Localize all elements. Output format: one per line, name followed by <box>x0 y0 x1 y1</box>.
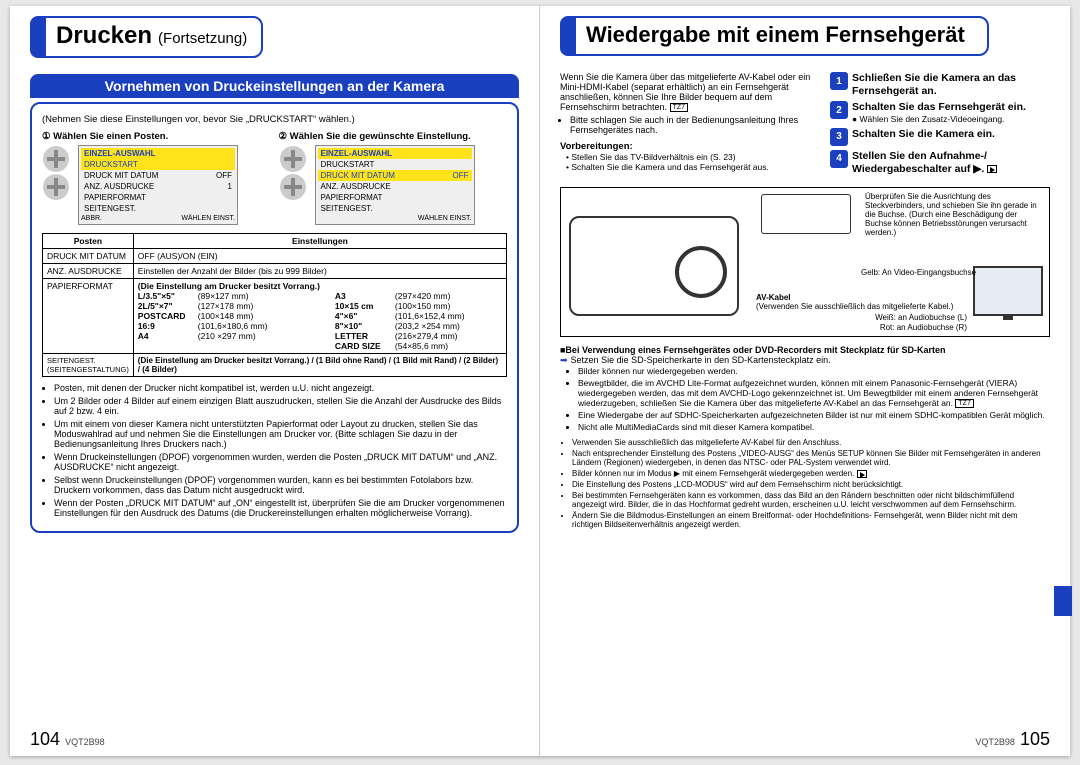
diag-white: Weiß: an Audiobuchse (L) <box>875 313 967 322</box>
dpad-icon <box>43 146 69 172</box>
fine-print-list: Verwenden Sie ausschließlich das mitgeli… <box>560 438 1050 529</box>
diag-yellow: Gelb: An Video-Eingangsbuchse <box>861 268 976 277</box>
prep-title: Vorbereitungen: <box>560 141 820 152</box>
page-title: Wiedergabe mit einem Fernsehgerät <box>586 22 965 48</box>
tv-icon <box>973 266 1043 316</box>
title-tab-right: Wiedergabe mit einem Fernsehgerät <box>560 16 989 56</box>
page-subtitle: (Fortsetzung) <box>158 30 247 47</box>
page-left: Drucken (Fortsetzung) Vornehmen von Druc… <box>10 6 540 756</box>
tz7-badge: TZ7 <box>670 103 688 112</box>
dpad-icon <box>280 174 306 200</box>
play-icon <box>987 165 997 173</box>
spread: Drucken (Fortsetzung) Vornehmen von Druc… <box>10 6 1070 756</box>
page-title: Drucken <box>56 22 152 50</box>
step-badge: 3 <box>830 128 848 146</box>
note-top: (Nehmen Sie diese Einstellungen vor, bev… <box>42 114 507 125</box>
play-icon <box>857 470 867 478</box>
dpad-icon <box>43 174 69 200</box>
camera-icon <box>569 216 739 316</box>
notes-list: Posten, mit denen der Drucker nicht komp… <box>42 383 507 518</box>
title-tab-left: Drucken (Fortsetzung) <box>30 16 263 58</box>
numbered-steps: 1Schließen Sie die Kamera an das Fernseh… <box>830 72 1050 179</box>
page-number-right: VQT2B98 105 <box>975 729 1050 750</box>
diag-av: AV-Kabel(Verwenden Sie ausschließlich da… <box>756 293 953 311</box>
step-badge: 2 <box>830 101 848 119</box>
menu-screenshot-2: EINZEL-AUSWAHL DRUCKSTART DRUCK MIT DATU… <box>315 145 475 225</box>
plug-icon <box>761 194 851 234</box>
panel: (Nehmen Sie diese Einstellungen vor, bev… <box>30 102 519 533</box>
menu-screenshot-1: EINZEL-AUSWAHL DRUCKSTART DRUCK MIT DATU… <box>78 145 238 225</box>
step-badge: 4 <box>830 150 848 168</box>
settings-table: Posten Einstellungen DRUCK MIT DATUM OFF… <box>42 233 507 377</box>
connection-diagram: Überprüfen Sie die Ausrichtung des Steck… <box>560 187 1050 337</box>
step-badge: 1 <box>830 72 848 90</box>
step2-title: ② Wählen Sie die gewünschte Einstellung. <box>279 131 508 142</box>
sd-section: ■Bei Verwendung eines Fernsehgerätes ode… <box>560 345 1050 432</box>
page-number-left: 104 VQT2B98 <box>30 729 105 750</box>
page-right: Wiedergabe mit einem Fernsehgerät Wenn S… <box>540 6 1070 756</box>
step1-title: ① Wählen Sie einen Posten. <box>42 131 271 142</box>
section-bar: Vornehmen von Druckeinstellungen an der … <box>30 74 519 98</box>
diag-red: Rot: an Audiobuchse (R) <box>880 323 967 332</box>
tz7-badge: TZ7 <box>955 399 973 408</box>
diag-note: Überprüfen Sie die Ausrichtung des Steck… <box>865 192 1045 237</box>
dpad-icon <box>280 146 306 172</box>
